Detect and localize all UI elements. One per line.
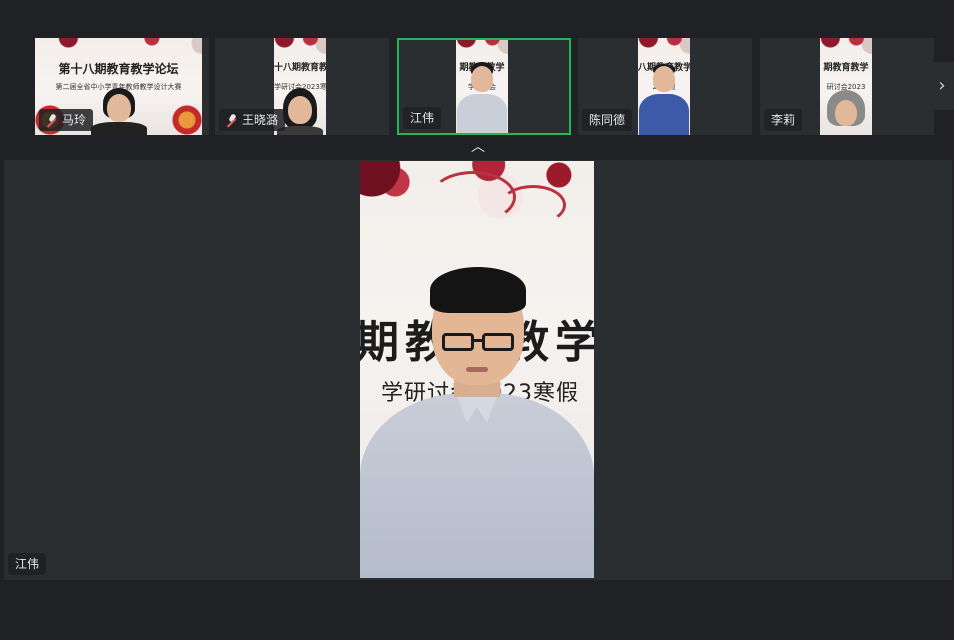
participant-tile-li-li[interactable]: 期教育教学 研讨会2023 李莉 bbox=[760, 38, 934, 135]
participant-name: 江伟 bbox=[410, 111, 435, 125]
participant-tile-ma-ling[interactable]: 第十八期教育教学论坛 第二届全省中小学青年教师教学设计大赛 马玲 bbox=[35, 38, 209, 135]
participant-strip: 第十八期教育教学论坛 第二届全省中小学青年教师教学设计大赛 马玲 十八期教育教学… bbox=[0, 0, 954, 156]
participant-name-tag: 王晓潞 bbox=[219, 109, 286, 131]
strip-next-arrow-icon[interactable]: › bbox=[930, 62, 954, 110]
participant-name-tag: 江伟 bbox=[403, 107, 442, 129]
participant-tile-chen-tongde[interactable]: 八期教育教学 23寒假 陈同德 bbox=[578, 38, 752, 135]
video-banner-text: 期教育教学 bbox=[823, 63, 869, 73]
participant-name: 李莉 bbox=[771, 113, 796, 127]
main-speaker-name-tag: 江伟 bbox=[8, 553, 47, 575]
participant-name-tag: 马玲 bbox=[39, 109, 94, 131]
mic-muted-icon bbox=[46, 114, 58, 126]
participant-name: 马玲 bbox=[62, 113, 87, 127]
collapse-strip-chevron-up-icon[interactable]: ︿ bbox=[466, 138, 490, 156]
participant-video: 期教育教学 学研讨会 bbox=[456, 40, 508, 133]
participant-tile-wang-xiaolu[interactable]: 十八期教育教学论坛 学研讨会2023寒假 王晓潞 bbox=[215, 38, 389, 135]
video-banner-text: 第十八期教育教学论坛 bbox=[58, 62, 179, 76]
participant-name-tag: 陈同德 bbox=[582, 109, 633, 131]
speaker-figure bbox=[360, 161, 594, 578]
bottom-bar bbox=[0, 580, 954, 640]
participant-tile-jiang-wei[interactable]: 期教育教学 学研讨会 江伟 bbox=[397, 38, 571, 135]
participant-video: 期教育教学 研讨会2023 bbox=[820, 38, 872, 135]
video-banner-text: 十八期教育教学论坛 bbox=[274, 63, 326, 73]
mic-muted-icon bbox=[226, 114, 238, 126]
main-speaker-video: 期教育教学 学研讨会2023寒假 bbox=[360, 161, 594, 578]
participant-video: 八期教育教学 23寒假 bbox=[638, 38, 690, 135]
participant-name: 王晓潞 bbox=[242, 113, 279, 127]
participant-name-tag: 李莉 bbox=[764, 109, 803, 131]
participant-name: 陈同德 bbox=[589, 113, 626, 127]
main-speaker-stage: 期教育教学 学研讨会2023寒假 bbox=[4, 160, 952, 580]
